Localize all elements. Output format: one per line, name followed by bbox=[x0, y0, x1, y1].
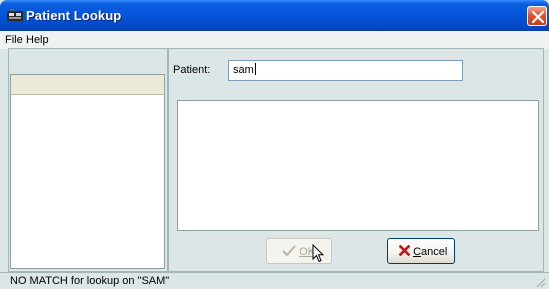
cancel-button-content: Cancel bbox=[398, 244, 448, 258]
patient-input[interactable]: sam bbox=[228, 60, 463, 81]
close-icon bbox=[531, 10, 545, 24]
cancel-button[interactable]: Cancel bbox=[387, 238, 455, 264]
resize-grip-icon[interactable] bbox=[534, 276, 546, 288]
patient-list[interactable] bbox=[10, 74, 165, 269]
patient-lookup-window: Patient Lookup File Help Patient: sam OK bbox=[0, 0, 549, 289]
status-bar: NO MATCH for lookup on "SAM" bbox=[0, 272, 549, 289]
results-list[interactable] bbox=[177, 100, 539, 231]
menu-help[interactable]: Help bbox=[26, 34, 49, 46]
mouse-pointer-icon bbox=[312, 244, 324, 263]
patient-label: Patient: bbox=[173, 64, 211, 76]
cancel-button-label: Cancel bbox=[413, 246, 448, 258]
status-message: NO MATCH for lookup on "SAM" bbox=[10, 275, 170, 287]
menu-bar: File Help bbox=[0, 31, 549, 49]
app-icon bbox=[7, 9, 23, 21]
close-button[interactable] bbox=[527, 6, 547, 26]
text-caret bbox=[254, 63, 256, 75]
patient-input-value: sam bbox=[233, 64, 254, 76]
menu-file[interactable]: File bbox=[5, 34, 23, 46]
list-header[interactable] bbox=[11, 75, 164, 95]
red-x-icon bbox=[398, 244, 411, 257]
checkmark-icon bbox=[282, 245, 296, 257]
title-bar[interactable]: Patient Lookup bbox=[0, 0, 549, 31]
ok-button-content: OK bbox=[282, 245, 315, 258]
window-title: Patient Lookup bbox=[26, 8, 122, 23]
